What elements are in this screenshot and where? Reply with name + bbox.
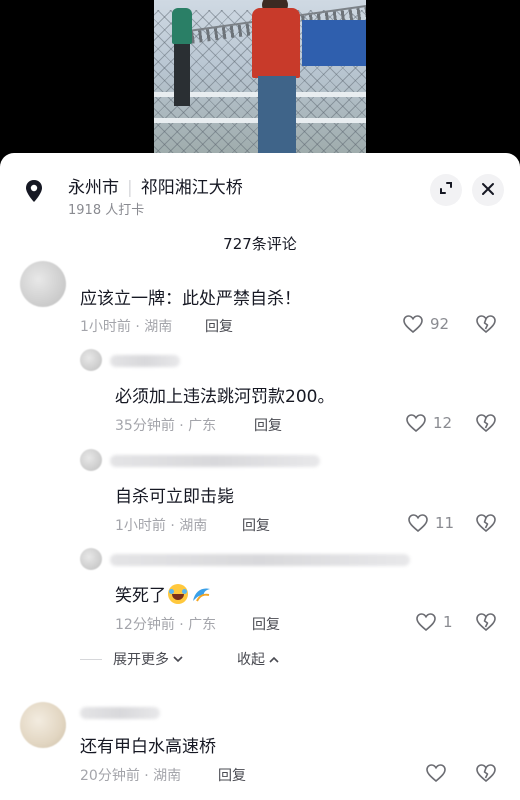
comment-meta: 1小时前 · 湖南 [80, 319, 173, 335]
location-place: 祁阳湘江大桥 [140, 178, 243, 198]
thread-divider [80, 659, 102, 660]
reply-text-content: 笑死了 [115, 586, 166, 606]
comment-text: 还有甲白水高速桥 [80, 737, 216, 757]
username[interactable] [110, 455, 320, 467]
avatar[interactable] [80, 548, 102, 570]
expand-icon [438, 180, 454, 200]
location-bar[interactable]: 永州市 | 祁阳湘江大桥 1918 人打卡 [20, 173, 504, 218]
video-player[interactable] [0, 0, 520, 170]
expand-more-label: 展开更多 [113, 652, 169, 668]
location-pin-icon [20, 177, 48, 205]
expand-button[interactable] [430, 174, 462, 206]
location-city: 永州市 [68, 178, 119, 198]
expand-more-button[interactable]: 展开更多 [113, 649, 184, 669]
avatar[interactable] [80, 349, 102, 371]
reply-meta: 12分钟前 · 广东 [115, 617, 217, 633]
comment-meta: 20分钟前 · 湖南 [80, 768, 182, 784]
heart-outline-icon [425, 763, 447, 783]
like-button[interactable]: 11 [407, 513, 454, 533]
laughing-tears-emoji [168, 584, 188, 604]
dislike-button[interactable] [475, 314, 497, 334]
avatar[interactable] [20, 702, 66, 748]
like-count: 1 [443, 613, 453, 631]
reply-meta: 1小时前 · 湖南 [115, 518, 208, 534]
dislike-button[interactable] [475, 413, 497, 433]
dislike-button[interactable] [475, 513, 497, 533]
like-button[interactable]: 12 [405, 413, 452, 433]
like-button[interactable]: 92 [402, 314, 449, 334]
chevron-down-icon [173, 651, 184, 667]
checkin-count: 1918 人打卡 [68, 203, 145, 218]
comment-count: 727条评论 [223, 235, 297, 253]
collapse-label: 收起 [237, 652, 265, 668]
wave-emoji [191, 585, 213, 603]
reply-button[interactable]: 回复 [218, 765, 246, 785]
reply-button[interactable]: 回复 [252, 614, 280, 634]
broken-heart-icon [475, 612, 497, 632]
comment-text: 应该立一牌：此处严禁自杀！ [80, 289, 301, 309]
thread-controls: 展开更多 收起 [80, 649, 340, 671]
like-count: 92 [430, 315, 450, 333]
collapse-button[interactable]: 收起 [237, 649, 280, 669]
username[interactable] [110, 355, 180, 367]
reply-text: 必须加上违法跳河罚款200。 [115, 387, 335, 407]
reply-text: 笑死了 [115, 581, 213, 606]
broken-heart-icon [475, 513, 497, 533]
avatar[interactable] [80, 449, 102, 471]
broken-heart-icon [475, 314, 497, 334]
broken-heart-icon [475, 413, 497, 433]
reply-button[interactable]: 回复 [242, 515, 270, 535]
heart-outline-icon [405, 413, 427, 433]
chevron-up-icon [269, 651, 280, 667]
dislike-button[interactable] [475, 612, 497, 632]
dislike-button[interactable] [475, 763, 497, 783]
like-count: 12 [433, 414, 453, 432]
video-frame[interactable] [154, 0, 366, 170]
username[interactable] [110, 554, 410, 566]
like-count: 11 [435, 514, 455, 532]
heart-outline-icon [402, 314, 424, 334]
reply-button[interactable]: 回复 [205, 316, 233, 336]
like-button[interactable] [425, 763, 447, 783]
reply-text: 自杀可立即击毙 [115, 487, 234, 507]
comment-sheet: 永州市 | 祁阳湘江大桥 1918 人打卡 727条评论 应该立一牌：此处严禁自杀！… [0, 153, 520, 800]
avatar[interactable] [20, 261, 66, 307]
title-divider: | [127, 178, 133, 198]
heart-outline-icon [415, 612, 437, 632]
close-button[interactable] [472, 174, 504, 206]
reply-button[interactable]: 回复 [254, 415, 282, 435]
close-icon [481, 181, 495, 200]
location-title[interactable]: 永州市 | 祁阳湘江大桥 [68, 173, 243, 198]
like-button[interactable]: 1 [415, 612, 453, 632]
reply-meta: 35分钟前 · 广东 [115, 418, 217, 434]
heart-outline-icon [407, 513, 429, 533]
username[interactable] [80, 707, 160, 719]
broken-heart-icon [475, 763, 497, 783]
